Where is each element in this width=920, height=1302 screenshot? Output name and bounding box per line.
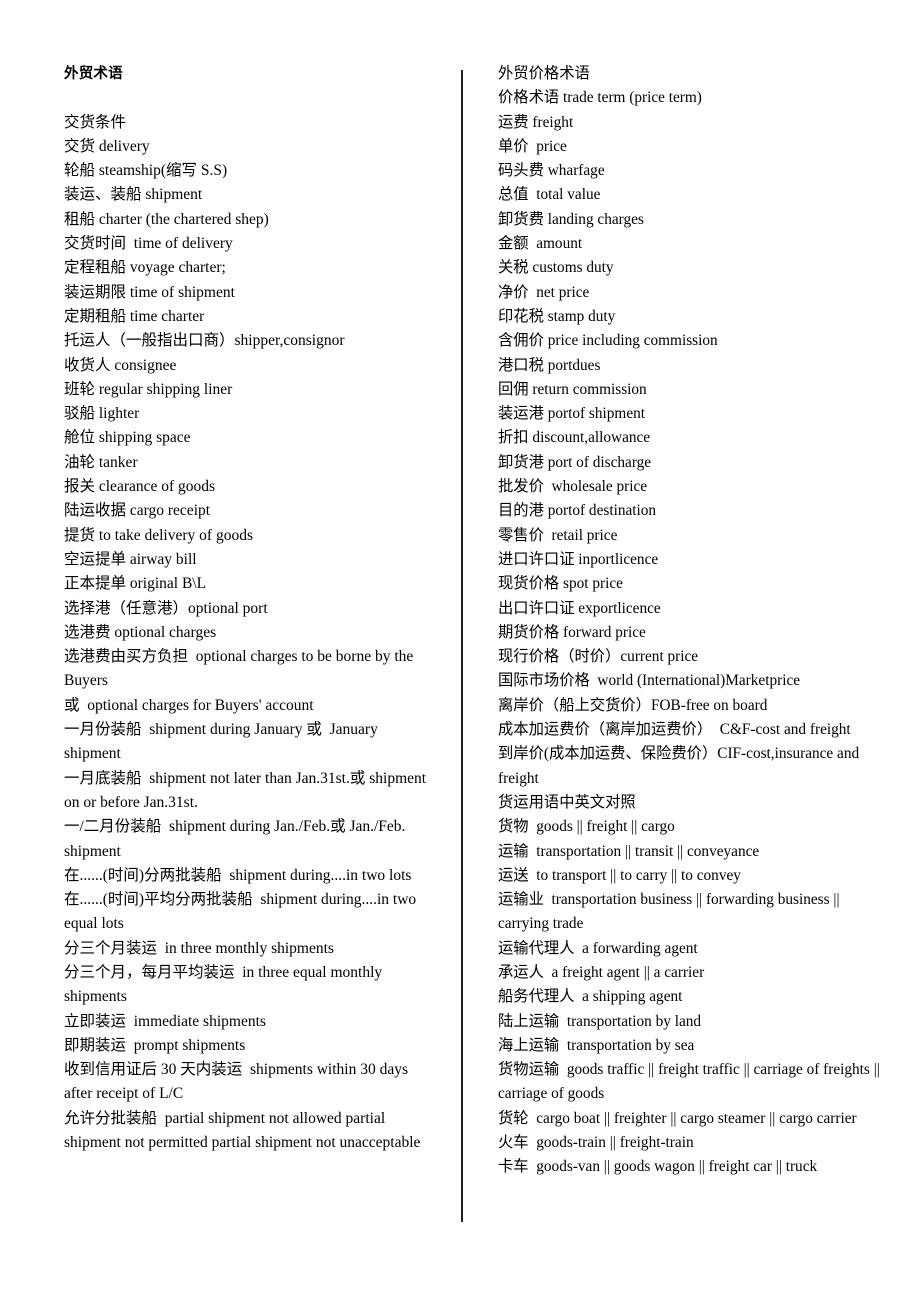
glossary-entry: 在......(时间)平均分两批装船 shipment during....in…: [64, 891, 421, 933]
glossary-entry: 承运人 a freight agent || a carrier: [498, 963, 705, 981]
glossary-entry: 单价 price: [498, 137, 567, 155]
glossary-entry: 装运港 portof shipment: [498, 405, 646, 423]
glossary-entry: 运送 to transport || to carry || to convey: [498, 866, 741, 884]
document-page: 外贸术语 交货条件 交货 delivery 轮船 steamship(缩写 S.…: [0, 0, 920, 1302]
glossary-entry: 印花税 stamp duty: [498, 307, 616, 325]
glossary-entry: 收货人 consignee: [64, 356, 177, 374]
glossary-entry: 金额 amount: [498, 235, 583, 253]
glossary-entry: 陆运收据 cargo receipt: [64, 502, 211, 520]
column-divider-rule: [461, 70, 463, 1222]
glossary-entry: 或 optional charges for Buyers' account: [64, 696, 314, 714]
page-title: 外贸术语: [64, 66, 123, 82]
glossary-entry: 海上运输 transportation by sea: [498, 1036, 695, 1054]
glossary-entry: 舱位 shipping space: [64, 429, 191, 447]
glossary-entry: 陆上运输 transportation by land: [498, 1012, 702, 1030]
glossary-entry: 货物 goods || freight || cargo: [498, 818, 675, 836]
glossary-entry: 允许分批装船 partial shipment not allowed part…: [64, 1109, 421, 1152]
glossary-entry: 零售价 retail price: [498, 526, 618, 544]
glossary-entry: 交货时间 time of delivery: [64, 235, 233, 253]
glossary-entry: 关税 customs duty: [498, 259, 614, 277]
glossary-entry: 出口许口证 exportlicence: [498, 599, 661, 617]
glossary-entry: 空运提单 airway bill: [64, 550, 197, 568]
glossary-entry: 驳船 lighter: [64, 405, 140, 423]
glossary-entry: 进口许口证 inportlicence: [498, 550, 659, 568]
glossary-entry: 在......(时间)分两批装船 shipment during....in t…: [64, 866, 412, 884]
glossary-entry: 报关 clearance of goods: [64, 478, 216, 496]
glossary-entry: 船务代理人 a shipping agent: [498, 988, 683, 1006]
glossary-entry: 离岸价（船上交货价）FOB-free on board: [498, 696, 768, 714]
glossary-entry: 卸货费 landing charges: [498, 210, 644, 228]
glossary-entry: 油轮 tanker: [64, 453, 138, 471]
glossary-entry: 批发价 wholesale price: [498, 478, 648, 496]
glossary-entry: 选港费由买方负担 optional charges to be borne by…: [64, 648, 418, 690]
glossary-entry: 国际市场价格 world (International)Marketprice: [498, 672, 801, 690]
glossary-entry: 火车 goods-train || freight-train: [498, 1134, 694, 1152]
glossary-entry: 定程租船 voyage charter;: [64, 259, 226, 277]
right-column: 外贸价格术语 价格术语 trade term (price term) 运费 f…: [498, 62, 886, 1180]
glossary-entry: 回佣 return commission: [498, 380, 647, 398]
glossary-entry: 交货 delivery: [64, 137, 150, 155]
glossary-entry: 运输 transportation || transit || conveyan…: [498, 842, 760, 860]
glossary-entry: 货轮 cargo boat || freighter || cargo stea…: [498, 1109, 857, 1127]
glossary-entry: 运输业 transportation business || forwardin…: [498, 891, 844, 933]
glossary-entry: 运费 freight: [498, 113, 574, 131]
section-heading-freight-terms: 货运用语中英文对照: [498, 793, 636, 811]
glossary-entry: 正本提单 original B\L: [64, 575, 207, 593]
glossary-entry: 运输代理人 a forwarding agent: [498, 939, 698, 957]
glossary-entry: 装运期限 time of shipment: [64, 283, 235, 301]
glossary-entry: 含佣价 price including commission: [498, 332, 718, 350]
glossary-entry: 现货价格 spot price: [498, 575, 623, 593]
glossary-entry: 选择港（任意港）optional port: [64, 599, 268, 617]
glossary-entry: 一/二月份装船 shipment during Jan./Feb.或 Jan./…: [64, 818, 410, 860]
glossary-entry: 到岸价(成本加运费、保险费价）CIF-cost,insurance and fr…: [498, 745, 863, 787]
glossary-entry: 定期租船 time charter: [64, 307, 205, 325]
glossary-entry: 立即装运 immediate shipments: [64, 1012, 266, 1030]
glossary-entry: 轮船 steamship(缩写 S.S): [64, 162, 228, 180]
glossary-entry: 租船 charter (the chartered shep): [64, 210, 269, 228]
glossary-entry: 分三个月装运 in three monthly shipments: [64, 939, 334, 957]
glossary-entry: 一月份装船 shipment during January 或 January …: [64, 721, 382, 763]
glossary-entry: 目的港 portof destination: [498, 502, 657, 520]
glossary-entry: 卡车 goods-van || goods wagon || freight c…: [498, 1158, 818, 1176]
left-column: 外贸术语 交货条件 交货 delivery 轮船 steamship(缩写 S.…: [64, 62, 436, 1155]
glossary-entry: 折扣 discount,allowance: [498, 429, 651, 447]
title-spacer: [64, 86, 436, 110]
glossary-entry: 选港费 optional charges: [64, 623, 217, 641]
glossary-entry: 提货 to take delivery of goods: [64, 526, 253, 544]
glossary-entry: 一月底装船 shipment not later than Jan.31st.或…: [64, 769, 430, 811]
glossary-entry: 港口税 portdues: [498, 356, 601, 374]
glossary-entry: 货物运输 goods traffic || freight traffic ||…: [498, 1061, 884, 1103]
glossary-entry: 码头费 wharfage: [498, 162, 605, 180]
glossary-entry: 净价 net price: [498, 283, 590, 301]
glossary-entry: 分三个月，每月平均装运 in three equal monthly shipm…: [64, 963, 387, 1006]
glossary-entry: 托运人（一般指出口商）shipper,consignor: [64, 332, 345, 350]
glossary-entry: 总值 total value: [498, 186, 601, 204]
glossary-entry: 卸货港 port of discharge: [498, 453, 652, 471]
glossary-entry: 班轮 regular shipping liner: [64, 380, 233, 398]
glossary-entry: 期货价格 forward price: [498, 623, 646, 641]
glossary-entry: 装运、装船 shipment: [64, 186, 203, 204]
glossary-entry: 现行价格（时价）current price: [498, 648, 699, 666]
glossary-entry: 即期装运 prompt shipments: [64, 1036, 246, 1054]
glossary-entry: 价格术语 trade term (price term): [498, 89, 702, 107]
section-heading-price-terms: 外贸价格术语: [498, 65, 590, 82]
glossary-entry: 收到信用证后 30 天内装运 shipments within 30 days …: [64, 1061, 412, 1103]
section-label-delivery-terms: 交货条件: [64, 113, 127, 131]
glossary-entry: 成本加运费价（离岸加运费价） C&F-cost and freight: [498, 721, 851, 739]
